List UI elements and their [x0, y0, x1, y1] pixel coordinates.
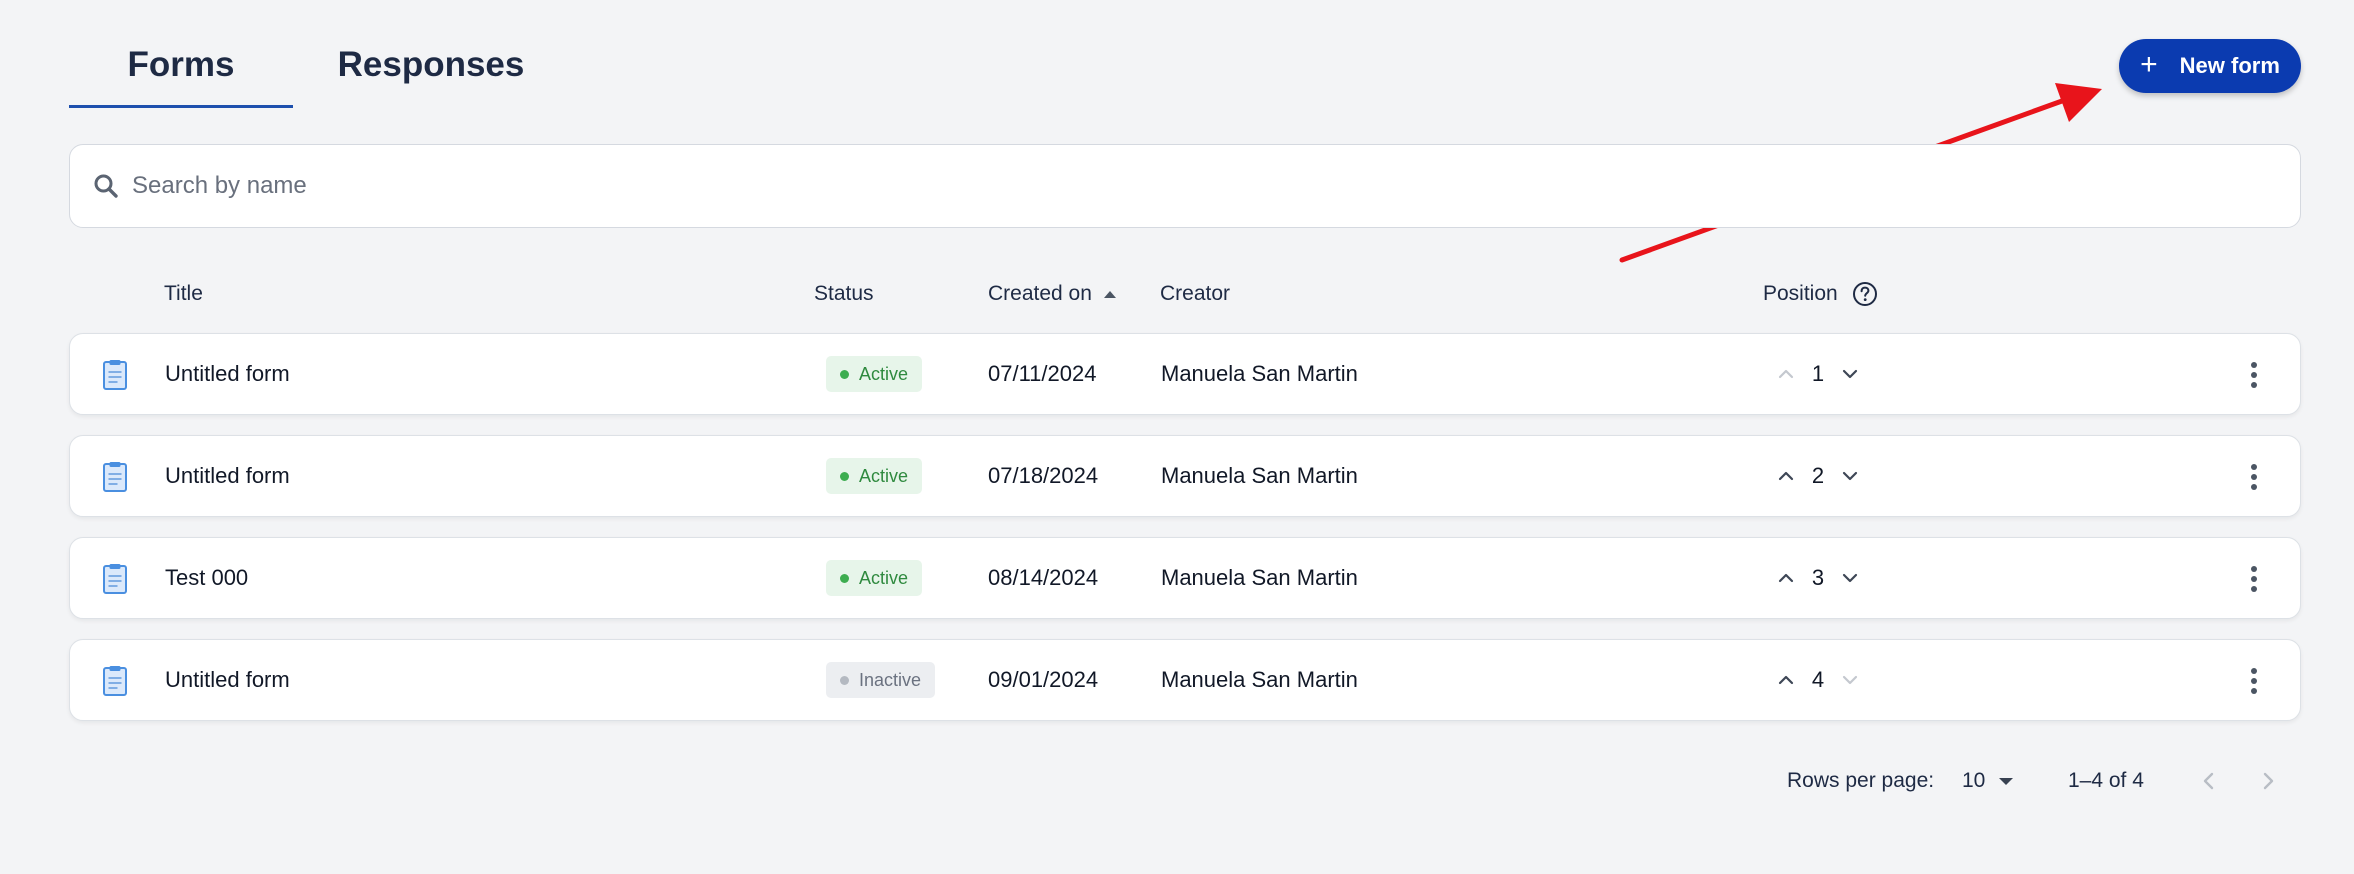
status-badge: Active [826, 356, 923, 392]
forms-page: Forms Responses + New form Title Status … [0, 0, 2354, 874]
chevron-up-icon[interactable] [1775, 567, 1797, 589]
created-on-date: 07/11/2024 [988, 361, 1097, 386]
position-label: Position [1763, 282, 1838, 305]
status-cell: Active [826, 334, 923, 414]
created-on-date: 08/14/2024 [988, 565, 1099, 590]
rows-per-page-select[interactable]: 10 [1962, 765, 2014, 797]
position-control: 3 [1775, 538, 1861, 618]
created-on-date: 09/01/2024 [988, 667, 1099, 692]
chevron-right-icon[interactable] [2258, 769, 2278, 793]
status-badge: Inactive [826, 662, 936, 698]
more-options-icon[interactable] [2248, 359, 2260, 391]
status-text: Active [859, 363, 909, 384]
more-options-icon[interactable] [2248, 461, 2260, 493]
column-header-status[interactable]: Status [814, 280, 874, 308]
creator-name: Manuela San Martin [1161, 463, 1358, 488]
creator-name: Manuela San Martin [1161, 565, 1358, 590]
status-cell: Active [826, 436, 923, 516]
form-clipboard-icon [103, 564, 127, 594]
chevron-left-icon[interactable] [2199, 769, 2219, 793]
sort-ascending-icon [1103, 290, 1116, 298]
search-icon [94, 174, 118, 198]
creator-name: Manuela San Martin [1161, 361, 1358, 386]
rows-per-page-value: 10 [1962, 769, 1986, 792]
table-row[interactable]: Untitled form Active 07/11/2024 Manuela … [69, 333, 2301, 415]
form-clipboard-icon [103, 360, 127, 390]
new-form-button[interactable]: + New form [2119, 39, 2301, 93]
more-options-icon[interactable] [2248, 563, 2260, 595]
chevron-up-icon[interactable] [1775, 669, 1797, 691]
position-control: 2 [1775, 436, 1861, 516]
form-title: Untitled form [165, 463, 290, 488]
pagination-range: 1–4 of 4 [2068, 769, 2144, 792]
search-box [69, 144, 2301, 228]
position-control: 1 [1775, 334, 1861, 414]
status-text: Active [859, 567, 909, 588]
status-badge: Active [826, 458, 923, 494]
form-title: Test 000 [165, 565, 249, 590]
status-dot-icon [840, 573, 849, 583]
position-number: 3 [1811, 565, 1825, 590]
status-cell: Inactive [826, 640, 936, 720]
status-dot-icon [840, 369, 849, 379]
form-title: Untitled form [165, 667, 290, 692]
chevron-down-icon[interactable] [1839, 363, 1861, 385]
position-control: 4 [1775, 640, 1861, 720]
table-row[interactable]: Test 000 Active 08/14/2024 Manuela San M… [69, 537, 2301, 619]
chevron-up-icon[interactable] [1775, 465, 1797, 487]
search-input[interactable] [132, 145, 2300, 227]
status-badge: Active [826, 560, 923, 596]
tab-responses[interactable]: Responses [308, 30, 554, 108]
status-cell: Active [826, 538, 923, 618]
created-on-date: 07/18/2024 [988, 463, 1099, 488]
help-icon[interactable] [1852, 281, 1878, 307]
table-row[interactable]: Untitled form Active 07/18/2024 Manuela … [69, 435, 2301, 517]
form-title: Untitled form [165, 361, 290, 386]
plus-icon: + [2140, 47, 2158, 81]
tab-bar: Forms Responses [69, 30, 554, 108]
column-header-creator[interactable]: Creator [1160, 280, 1230, 308]
chevron-down-icon[interactable] [1839, 567, 1861, 589]
form-clipboard-icon [103, 666, 127, 696]
position-number: 2 [1811, 463, 1825, 488]
status-dot-icon [840, 471, 849, 481]
chevron-down-icon[interactable] [1839, 669, 1861, 691]
creator-name: Manuela San Martin [1161, 667, 1358, 692]
status-text: Active [859, 465, 909, 486]
more-options-icon[interactable] [2248, 665, 2260, 697]
status-text: Inactive [859, 669, 922, 690]
created-on-label: Created on [988, 282, 1092, 305]
form-clipboard-icon [103, 462, 127, 492]
new-form-label: New form [2179, 53, 2280, 78]
table-row[interactable]: Untitled form Inactive 09/01/2024 Manuel… [69, 639, 2301, 721]
chevron-down-icon[interactable] [1839, 465, 1861, 487]
status-dot-icon [840, 675, 849, 685]
column-header-created-on[interactable]: Created on [988, 280, 1116, 308]
caret-down-icon [1999, 777, 2014, 785]
tab-forms[interactable]: Forms [69, 30, 293, 108]
chevron-up-icon[interactable] [1775, 363, 1797, 385]
position-number: 1 [1811, 361, 1825, 386]
position-number: 4 [1811, 667, 1825, 692]
column-header-title[interactable]: Title [164, 280, 203, 308]
column-header-position: Position [1763, 280, 1878, 308]
rows-per-page-label: Rows per page: [1787, 769, 1935, 792]
